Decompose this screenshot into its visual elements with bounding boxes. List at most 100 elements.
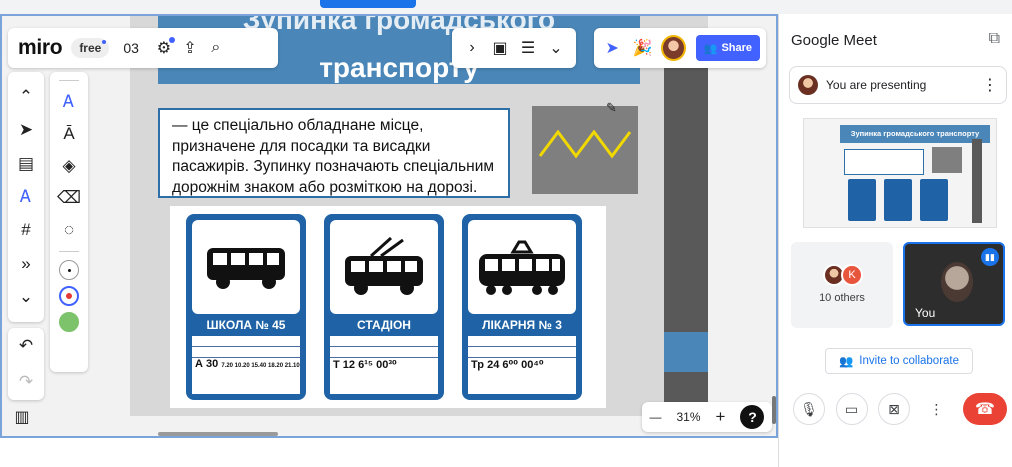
swatch-dot (66, 293, 72, 299)
plan-badge-label: free (79, 41, 102, 55)
thumbnail-gray-band (972, 139, 982, 223)
notes-icon[interactable]: ☰ (515, 35, 541, 61)
miro-board-window[interactable]: Зупинка громадського транспорту — це спе… (0, 14, 778, 438)
chevron-right-icon[interactable]: › (459, 35, 485, 61)
plan-badge-dot (102, 40, 107, 44)
user-avatar[interactable] (661, 35, 686, 61)
lasso-icon[interactable]: ◌ (55, 217, 83, 243)
color-red-swatch[interactable] (59, 286, 79, 306)
participant-initial-avatar: K (841, 264, 863, 286)
route-times: 6⁰⁰ 00⁴⁰ (502, 359, 544, 371)
export-upload-icon[interactable]: ⇪ (177, 35, 203, 61)
pen-tool-icon[interactable]: Ꭺ (12, 184, 40, 210)
sign-trolleybus: СТАДІОН Т 12 6¹⁵ 00³⁰ (324, 214, 444, 400)
presentation-thumbnail[interactable]: Зупинка громадського транспорту (803, 118, 997, 228)
open-external-icon[interactable]: ⧉ (989, 30, 1000, 48)
top-blue-button[interactable] (320, 0, 416, 8)
people-icon: 👥 (838, 356, 854, 368)
separator (59, 80, 79, 81)
board-canvas[interactable]: Зупинка громадського транспорту — це спе… (130, 16, 708, 416)
board-gray-band (664, 60, 708, 402)
undo-icon[interactable]: ↶ (12, 333, 40, 359)
thumbnail-title: Зупинка громадського транспорту (840, 125, 990, 143)
gray-band-accent (664, 332, 708, 372)
celebrate-icon[interactable]: 🎉 (631, 35, 656, 61)
color-green-swatch[interactable] (59, 312, 79, 332)
eraser-icon[interactable]: ⌫ (55, 185, 83, 211)
end-call-icon[interactable]: ☎ (963, 393, 1007, 425)
meet-title: Google Meet (791, 32, 877, 49)
collapse-down-icon[interactable]: ⌄ (12, 284, 40, 310)
trolleybus-icon (330, 220, 438, 314)
cursor-follow-icon[interactable]: ➤ (600, 35, 625, 61)
stop-presenting-icon[interactable]: ⊠ (878, 393, 910, 425)
google-meet-panel: Google Meet ⧉ You are presenting ⋮ Зупин… (778, 14, 1012, 467)
pen-icon[interactable]: Ꭺ (55, 89, 83, 115)
more-vert-icon[interactable]: ⋮ (921, 393, 953, 425)
zoom-out-icon[interactable]: — (650, 410, 662, 424)
thumbnail-sign (920, 179, 948, 221)
shapes-icon[interactable]: ◈ (55, 153, 83, 179)
tram-icon (468, 220, 576, 314)
participant-tiles: K 10 others ▮▮ You (791, 242, 1005, 328)
share-button[interactable]: 👥 Share (695, 35, 761, 61)
color-black-swatch[interactable] (59, 260, 79, 280)
double-chevron-down-icon[interactable]: ⌄ (543, 35, 569, 61)
others-tile[interactable]: K 10 others (791, 242, 893, 328)
thumbnail-text-box (844, 149, 924, 175)
help-button[interactable]: ? (740, 405, 765, 429)
sign-bus: ШКОЛА № 45 А 30 7.20 10.20 15.40 18.20 2… (186, 214, 306, 400)
zoom-level[interactable]: 31% (677, 410, 701, 424)
presenting-card: You are presenting ⋮ (789, 66, 1007, 104)
invite-button[interactable]: 👥 Invite to collaborate (825, 348, 973, 374)
slide-description[interactable]: — це спеціально обладнане місце, признач… (158, 108, 510, 198)
route-number: Т 12 (333, 359, 356, 371)
presentation-icon[interactable]: ▣ (487, 35, 513, 61)
miro-main-toolbar: miro free 03 ⚙ ⇪ ⌕ (8, 28, 278, 68)
comment-icon[interactable]: ▤ (12, 151, 40, 177)
frame-icon[interactable]: # (12, 217, 40, 243)
miro-logo[interactable]: miro (18, 36, 63, 60)
collapse-up-icon[interactable]: ⌃ (12, 84, 40, 110)
frames-list-icon[interactable]: ▥ (8, 404, 36, 430)
share-button-label: Share (721, 42, 753, 54)
meet-controls: 🎙 ▭ ⊠ ⋮ ☎ (793, 392, 1007, 426)
zoom-controls: — 31% + ? (642, 402, 772, 432)
sign-name: ШКОЛА № 45 (206, 318, 286, 332)
zigzag-marking-image[interactable] (532, 106, 638, 194)
self-label: You (915, 306, 936, 320)
schedule-table: Т 12 6¹⁵ 00³⁰ (330, 336, 438, 394)
others-avatars: K (823, 264, 863, 286)
zoom-in-icon[interactable]: + (716, 407, 726, 427)
share-user-icon: 👥 (703, 42, 718, 55)
highlighter-icon[interactable]: Ᾱ (55, 121, 83, 147)
schedule-table: А 30 7.20 10.20 15.40 18.20 21.10 (192, 336, 300, 394)
route-times: 6¹⁵ 00³⁰ (358, 359, 397, 371)
self-video-tile[interactable]: ▮▮ You (903, 242, 1005, 326)
bottom-page-area (0, 438, 778, 467)
plan-badge[interactable]: free (71, 38, 110, 58)
select-cursor-icon[interactable]: ➤ (12, 117, 40, 143)
sign-tram: ЛІКАРНЯ № 3 Тр 24 6⁰⁰ 00⁴⁰ (462, 214, 582, 400)
more-options-icon[interactable]: ⋮ (982, 75, 998, 95)
camera-icon[interactable]: ▭ (835, 393, 868, 425)
more-tools-icon[interactable]: » (12, 251, 40, 277)
search-icon[interactable]: ⌕ (203, 35, 229, 61)
separator (59, 251, 79, 252)
redo-icon[interactable]: ↷ (12, 369, 40, 395)
thumbnail-sign (884, 179, 912, 221)
thumbnail-zigzag-box (932, 147, 962, 173)
vertical-scrollbar[interactable] (772, 396, 776, 424)
audio-level-icon: ▮▮ (981, 248, 999, 266)
left-tools-panel: ⌃ ➤ ▤ Ꭺ # » ⌄ (8, 72, 44, 322)
pen-options-panel: Ꭺ Ᾱ ◈ ⌫ ◌ (50, 72, 88, 372)
settings-gear-icon[interactable]: ⚙ (151, 35, 177, 61)
presenter-avatar (798, 75, 818, 95)
microphone-icon[interactable]: 🎙 (793, 393, 825, 425)
board-name[interactable]: 03 (123, 40, 139, 56)
invite-label: Invite to collaborate (859, 355, 960, 367)
route-times: 7.20 10.20 15.40 18.20 21.10 (221, 363, 300, 369)
self-video-face (941, 262, 973, 302)
horizontal-scrollbar[interactable] (158, 432, 278, 436)
thumbnail-sign (848, 179, 876, 221)
